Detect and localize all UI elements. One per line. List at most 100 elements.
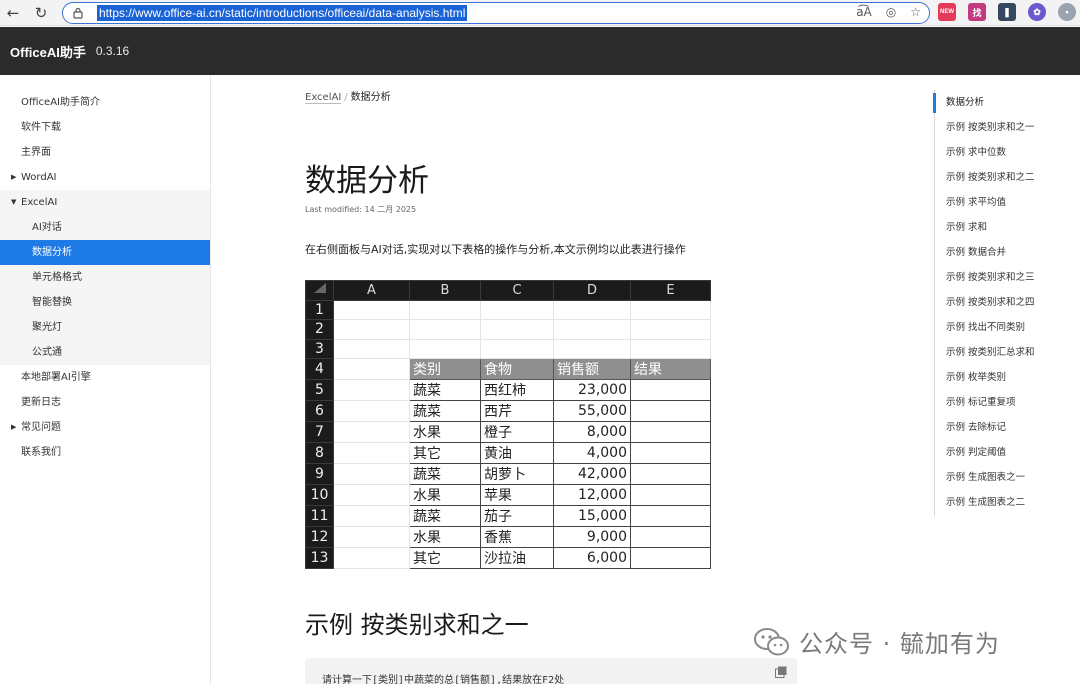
column-header: D — [553, 280, 631, 301]
sheet-cell — [333, 442, 410, 464]
toc-item[interactable]: 示例 枚举类别 — [935, 365, 1080, 390]
lock-icon — [73, 7, 83, 19]
sidebar-item-changelog[interactable]: 更新日志 — [0, 390, 210, 415]
sheet-cell — [480, 319, 554, 340]
sidebar-item-wordai[interactable]: ▶ WordAI — [0, 165, 210, 190]
sheet-cell — [333, 484, 410, 506]
reload-icon[interactable]: ↻ — [29, 1, 53, 25]
extension-grey-icon[interactable]: • — [1058, 3, 1076, 21]
toc-item[interactable]: 示例 按类别求和之一 — [935, 115, 1080, 140]
sheet-cell — [630, 299, 711, 320]
page-title: 数据分析 — [305, 163, 429, 199]
address-bar[interactable]: https://www.office-ai.cn/static/introduc… — [62, 2, 930, 24]
table-header-sales: 销售额 — [553, 358, 631, 380]
toc-item[interactable]: 示例 求平均值 — [935, 190, 1080, 215]
toc-item[interactable]: 示例 生成图表之一 — [935, 465, 1080, 490]
row-number: 9 — [305, 463, 334, 485]
cell-result — [630, 484, 711, 506]
sidebar-item-intro[interactable]: OfficeAI助手简介 — [0, 90, 210, 115]
cell-result — [630, 442, 711, 464]
table-of-contents: 数据分析 示例 按类别求和之一 示例 求中位数 示例 按类别求和之二 示例 求平… — [933, 90, 1080, 516]
cell-sales: 6,000 — [553, 547, 631, 569]
breadcrumb: ExcelAI / 数据分析 — [305, 88, 391, 104]
cell-sales: 12,000 — [553, 484, 631, 506]
cell-category: 其它 — [409, 442, 481, 464]
sidebar-item-spotlight[interactable]: 聚光灯 — [0, 315, 210, 340]
back-icon[interactable]: ← — [1, 1, 25, 25]
table-row: 7 水果 橙子 8,000 — [305, 421, 711, 443]
favorite-star-icon[interactable]: ☆ — [910, 5, 921, 19]
extension-dark-icon[interactable]: ❚ — [998, 3, 1016, 21]
table-row: 5 蔬菜 西红柿 23,000 — [305, 379, 711, 401]
sheet-cell — [333, 526, 410, 548]
cell-sales: 8,000 — [553, 421, 631, 443]
toc-item[interactable]: 示例 按类别汇总求和 — [935, 340, 1080, 365]
toc-item[interactable]: 示例 生成图表之二 — [935, 490, 1080, 515]
column-header: A — [333, 280, 410, 301]
sidebar-item-data-analysis[interactable]: 数据分析 — [0, 240, 210, 265]
breadcrumb-parent-link[interactable]: ExcelAI — [305, 92, 342, 104]
cell-food: 香蕉 — [480, 526, 554, 548]
cell-result — [630, 547, 711, 569]
extension-new-icon[interactable]: NEW — [938, 3, 956, 21]
app-header: OfficeAI助手 0.3.16 — [0, 27, 1080, 75]
section-title: 示例 按类别求和之一 — [305, 611, 529, 639]
intro-text: 在右侧面板与AI对话,实现对以下表格的操作与分析,本文示例均以此表进行操作 — [305, 243, 686, 256]
toc-item[interactable]: 示例 数据合并 — [935, 240, 1080, 265]
url-text[interactable]: https://www.office-ai.cn/static/introduc… — [97, 5, 468, 21]
cell-category: 其它 — [409, 547, 481, 569]
sidebar-item-formula[interactable]: 公式通 — [0, 340, 210, 365]
sidebar-item-local-ai[interactable]: 本地部署AI引擎 — [0, 365, 210, 390]
sidebar-item-faq[interactable]: ▶ 常见问题 — [0, 415, 210, 440]
sheet-cell — [553, 319, 631, 340]
sheet-cell — [333, 338, 410, 359]
toc-item[interactable]: 示例 按类别求和之四 — [935, 290, 1080, 315]
row-number: 4 — [305, 358, 334, 380]
sheet-cell — [409, 338, 481, 359]
main-content: ExcelAI / 数据分析 数据分析 Last modified: 14 二月 2… — [305, 75, 805, 684]
toc-item[interactable]: 示例 找出不同类别 — [935, 315, 1080, 340]
toc-item[interactable]: 示例 求中位数 — [935, 140, 1080, 165]
sheet-cell — [630, 319, 711, 340]
table-row: 11 蔬菜 茄子 15,000 — [305, 505, 711, 527]
cell-sales: 55,000 — [553, 400, 631, 422]
extension-purple-icon[interactable]: ✿ — [1028, 3, 1046, 21]
toc-item[interactable]: 示例 按类别求和之三 — [935, 265, 1080, 290]
toc-item[interactable]: 示例 求和 — [935, 215, 1080, 240]
extension-pink-icon[interactable]: 找 — [968, 3, 986, 21]
row-number: 7 — [305, 421, 334, 443]
sidebar-item-download[interactable]: 软件下载 — [0, 115, 210, 140]
breadcrumb-current: 数据分析 — [350, 92, 391, 103]
cell-food: 胡萝卜 — [480, 463, 554, 485]
cell-result — [630, 400, 711, 422]
sidebar-item-cell-format[interactable]: 单元格格式 — [0, 265, 210, 290]
sidebar-item-contact[interactable]: 联系我们 — [0, 440, 210, 465]
row-number: 2 — [305, 319, 334, 340]
sheet-cell — [480, 338, 554, 359]
cell-food: 沙拉油 — [480, 547, 554, 569]
toc-item[interactable]: 示例 判定阈值 — [935, 440, 1080, 465]
sheet-cell — [630, 338, 711, 359]
copy-icon[interactable] — [775, 666, 787, 678]
sidebar-item-main-ui[interactable]: 主界面 — [0, 140, 210, 165]
watermark: 公众号 · 毓加有为 — [753, 624, 1000, 659]
sidebar-item-ai-chat[interactable]: AI对话 — [0, 215, 210, 240]
toc-item[interactable]: 数据分析 — [933, 90, 1080, 115]
app-title[interactable]: OfficeAI助手 — [10, 42, 86, 61]
spreadsheet-table: A B C D E 1 2 3 4 类别 食物 销售额 结果 5 蔬菜 西红柿 23,… — [305, 280, 711, 569]
toc-item[interactable]: 示例 标记重复项 — [935, 390, 1080, 415]
toc-item[interactable]: 示例 按类别求和之二 — [935, 165, 1080, 190]
row-number: 8 — [305, 442, 334, 464]
breadcrumb-separator: / — [344, 92, 348, 103]
prompt-code-text: 请计算一下[类别]中蔬菜的总[销售额],结果放在F2处 — [322, 675, 565, 684]
sidebar-item-smart-replace[interactable]: 智能替换 — [0, 290, 210, 315]
cell-result — [630, 421, 711, 443]
caret-down-icon: ▼ — [11, 198, 17, 206]
sidebar-item-excelai[interactable]: ▼ ExcelAI — [0, 190, 210, 215]
app-version: 0.3.16 — [95, 44, 130, 58]
table-row: 10 水果 苹果 12,000 — [305, 484, 711, 506]
table-row: 6 蔬菜 西芹 55,000 — [305, 400, 711, 422]
toc-item[interactable]: 示例 去除标记 — [935, 415, 1080, 440]
tracking-icon[interactable]: ◎ — [886, 5, 896, 19]
translate-icon[interactable]: a͡A — [856, 5, 872, 19]
